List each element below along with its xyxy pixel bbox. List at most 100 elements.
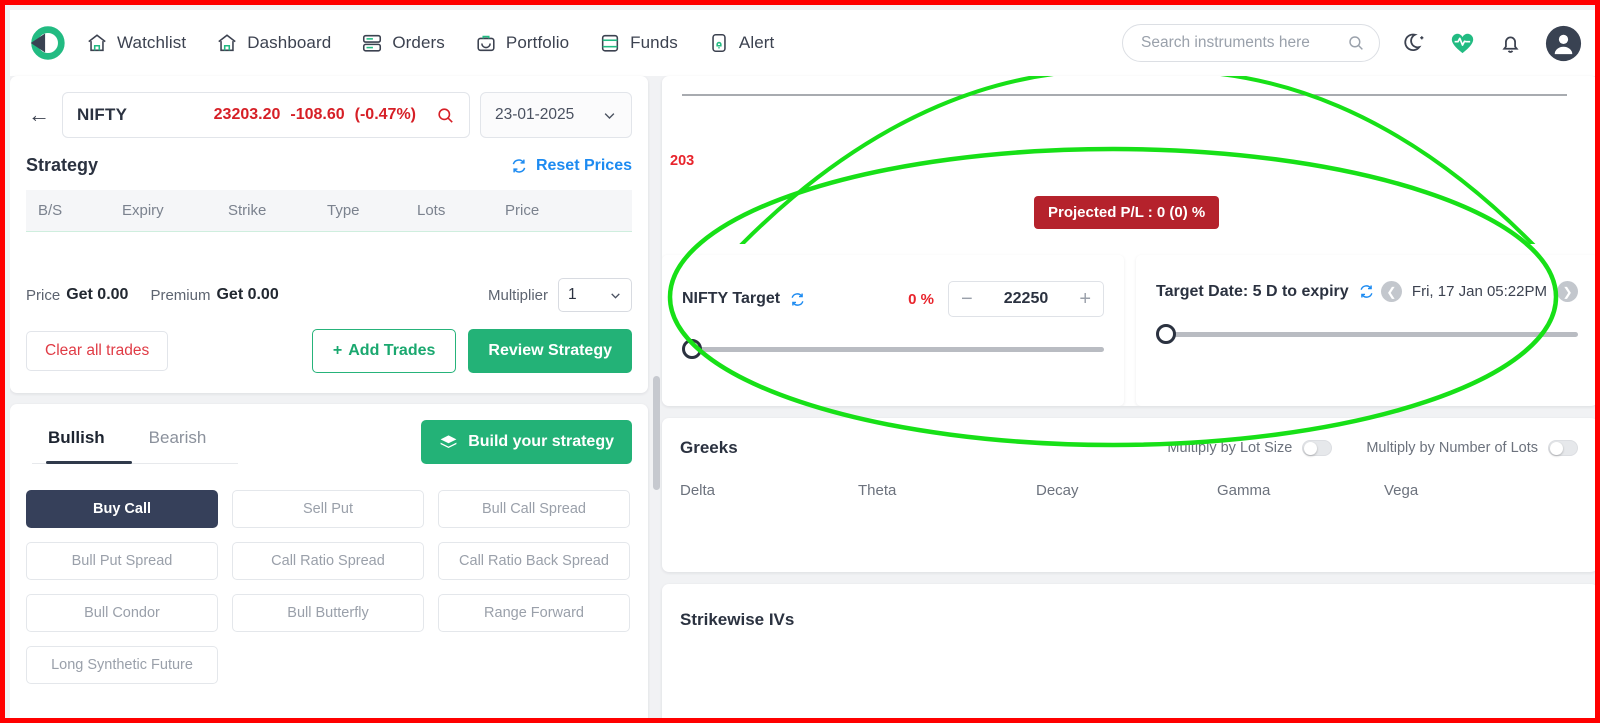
strategy-button-grid: Buy Call Sell Put Bull Call Spread Bull … (26, 490, 632, 684)
strategy-header-row: Strategy Reset Prices (26, 155, 632, 176)
price-label: Price (26, 286, 61, 304)
refresh-icon[interactable] (1358, 283, 1375, 300)
expiry-select[interactable]: 23-01-2025 (480, 92, 632, 138)
clear-all-trades-button[interactable]: Clear all trades (26, 331, 169, 371)
build-label: Build your strategy (468, 433, 614, 450)
chevron-right-icon[interactable]: ❯ (1557, 281, 1578, 302)
greek-col-vega: Vega (1384, 482, 1419, 499)
panel-scrollbar-thumb[interactable] (653, 376, 660, 490)
toggle-knob (1550, 442, 1563, 455)
moon-icon[interactable] (1402, 31, 1427, 56)
nav-label: Watchlist (117, 33, 187, 52)
search-icon[interactable] (436, 106, 455, 125)
multiply-number-of-lots-toggle[interactable] (1548, 440, 1578, 456)
nifty-target-stepper[interactable]: − 22250 + (948, 281, 1104, 317)
greek-col-decay: Decay (1036, 482, 1079, 499)
strategy-button-bull-condor[interactable]: Bull Condor (26, 594, 218, 632)
nifty-target-slider[interactable] (682, 339, 1104, 359)
bell-phone-icon (712, 33, 726, 53)
build-your-strategy-button[interactable]: Build your strategy (421, 420, 632, 464)
nifty-target-value[interactable]: 22250 (1004, 290, 1049, 308)
slider-track (694, 347, 1104, 352)
bell-icon[interactable] (1498, 31, 1523, 56)
nav-label: Funds (630, 33, 678, 52)
review-strategy-button[interactable]: Review Strategy (468, 329, 632, 373)
top-navbar: Watchlist Dashboard Orders Portfolio Fun… (10, 10, 1595, 76)
nav-item-orders[interactable]: Orders (361, 32, 445, 54)
target-date-title: Target Date: 5 D to expiry (1156, 282, 1349, 300)
multiply-lot-size-toggle[interactable] (1302, 440, 1333, 456)
symbol-name: NIFTY (77, 105, 128, 124)
chevron-left-icon[interactable]: ❮ (1380, 281, 1402, 302)
plus-icon[interactable]: + (1079, 289, 1091, 309)
target-date-header: Target Date: 5 D to expiry ❮ Fri, 17 Jan… (1156, 281, 1578, 302)
sentiment-tabs: Bullish Bearish (26, 420, 228, 461)
tab-bearish[interactable]: Bearish (127, 420, 229, 461)
search-input[interactable] (1141, 34, 1341, 52)
th-price: Price (505, 202, 540, 219)
slider-knob[interactable] (1156, 324, 1176, 344)
strategy-builder-card: ← NIFTY 23203.20 -108.60 (-0.47%) 23-01-… (10, 76, 648, 393)
reset-prices-label: Reset Prices (535, 156, 632, 174)
symbol-quote-box[interactable]: NIFTY 23203.20 -108.60 (-0.47%) (62, 92, 470, 138)
totals-row: Price Get 0.00 Premium Get 0.00 Multipli… (26, 278, 632, 312)
strategy-button-bull-butterfly[interactable]: Bull Butterfly (232, 594, 424, 632)
payoff-chart-card: 203 Projected P/L : 0 (0) % NIFTY Target (662, 76, 1595, 406)
target-controls-row: NIFTY Target 0 % − 22250 + Target Date: … (662, 255, 1595, 406)
greeks-columns: Delta Theta Decay Gamma Vega (680, 482, 1578, 499)
slider-knob[interactable] (682, 339, 702, 359)
nifty-target-title: NIFTY Target (682, 290, 781, 307)
strikewise-ivs-title: Strikewise IVs (680, 610, 795, 629)
premium-label: Premium (150, 286, 211, 304)
multiply-lot-size-group: Multiply by Lot Size (1167, 440, 1333, 456)
symbol-row: ← NIFTY 23203.20 -108.60 (-0.47%) 23-01-… (26, 92, 632, 138)
nav-item-funds[interactable]: Funds (599, 32, 678, 54)
chart-axis-label: 203 (670, 153, 695, 169)
strategy-button-call-ratio-spread[interactable]: Call Ratio Spread (232, 542, 424, 580)
search-box[interactable] (1122, 24, 1380, 62)
minus-icon[interactable]: − (961, 289, 973, 309)
strategy-button-buy-call[interactable]: Buy Call (26, 490, 218, 528)
multiplier-select[interactable]: 1 (558, 278, 632, 312)
back-arrow-button[interactable]: ← (26, 104, 52, 126)
premium-value: Get 0.00 (216, 286, 279, 303)
nav-item-watchlist[interactable]: Watchlist (86, 32, 186, 54)
nav-item-portfolio[interactable]: Portfolio (475, 32, 569, 54)
user-avatar-icon[interactable] (1545, 25, 1582, 62)
strategy-button-bull-put-spread[interactable]: Bull Put Spread (26, 542, 218, 580)
nav-item-dashboard[interactable]: Dashboard (216, 32, 331, 54)
target-date-slider[interactable] (1156, 324, 1578, 344)
target-date-panel: Target Date: 5 D to expiry ❮ Fri, 17 Jan… (1136, 255, 1595, 406)
greeks-title: Greeks (680, 438, 738, 457)
multiply-number-of-lots-label: Multiply by Number of Lots (1366, 440, 1538, 456)
strategy-button-sell-put[interactable]: Sell Put (232, 490, 424, 528)
strategy-button-long-synthetic-future[interactable]: Long Synthetic Future (26, 646, 218, 684)
greeks-card: Greeks Multiply by Lot Size Multiply by … (662, 418, 1595, 572)
multiply-number-of-lots-group: Multiply by Number of Lots (1366, 440, 1578, 456)
th-type: Type (327, 202, 360, 219)
search-icon[interactable] (1347, 33, 1365, 53)
projected-pl-badge: Projected P/L : 0 (0) % (1034, 196, 1220, 229)
nav-label: Orders (392, 33, 445, 52)
symbol-change: -108.60 (290, 106, 345, 123)
strategy-button-bull-call-spread[interactable]: Bull Call Spread (438, 490, 630, 528)
strategy-button-call-ratio-back-spread[interactable]: Call Ratio Back Spread (438, 542, 630, 580)
greek-col-gamma: Gamma (1217, 482, 1271, 499)
add-trades-button[interactable]: + Add Trades (311, 329, 457, 373)
refresh-icon[interactable] (789, 291, 806, 308)
tab-bullish[interactable]: Bullish (26, 420, 127, 461)
nav-label: Portfolio (505, 33, 570, 52)
nav-item-alert[interactable]: Alert (708, 32, 774, 54)
nav-links: Watchlist Dashboard Orders Portfolio Fun… (86, 32, 774, 54)
strategy-button-range-forward[interactable]: Range Forward (438, 594, 630, 632)
play-circle-logo[interactable] (26, 22, 68, 64)
reset-prices-button[interactable]: Reset Prices (510, 157, 632, 175)
strikewise-ivs-card: Strikewise IVs (662, 584, 1595, 718)
th-strike: Strike (228, 202, 267, 219)
strategy-title: Strategy (26, 155, 99, 175)
heartbeat-icon[interactable] (1449, 30, 1476, 57)
slider-track (1168, 332, 1578, 337)
nifty-target-panel: NIFTY Target 0 % − 22250 + (662, 255, 1124, 406)
navbar-right-cluster (1122, 10, 1582, 76)
nifty-target-pct: 0 % (908, 290, 934, 308)
